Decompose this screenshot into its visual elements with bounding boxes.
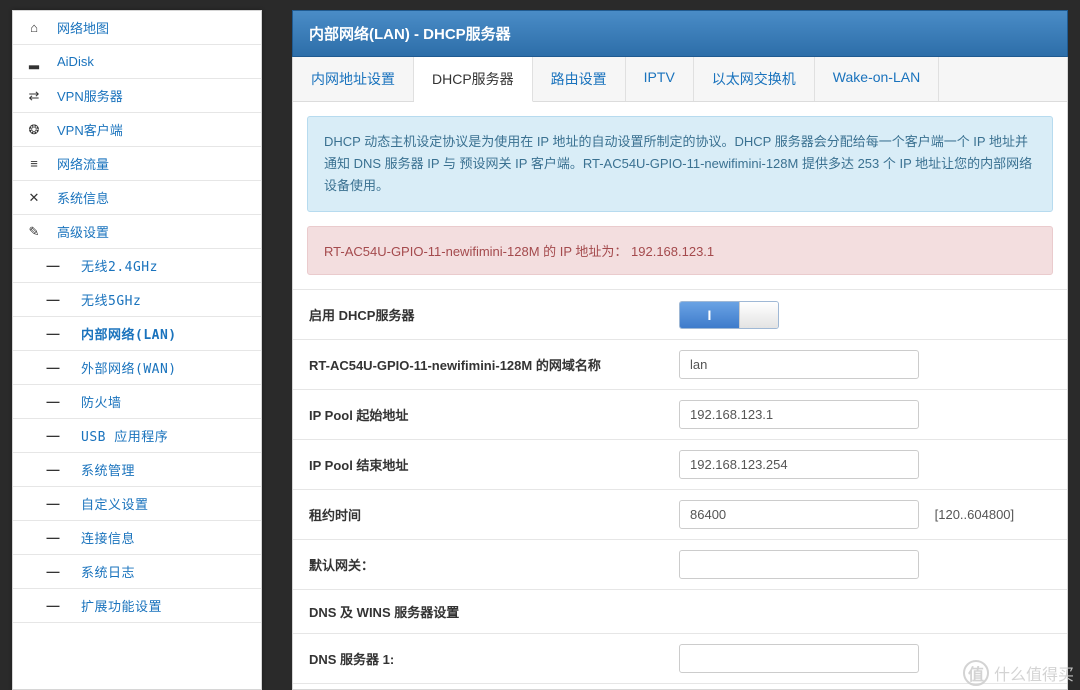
sidebar-item[interactable]: ⇄ VPN服务器 [13, 79, 261, 113]
home-icon: ⌂ [25, 20, 43, 35]
sidebar-item[interactable]: ✕ 系统信息 [13, 181, 261, 215]
toggle-knob [739, 302, 778, 328]
sidebar-subitem-label: USB 应用程序 [81, 426, 249, 445]
tab[interactable]: IPTV [626, 57, 694, 101]
tab-bar: 内网地址设置DHCP服务器路由设置IPTV以太网交换机Wake-on-LAN [293, 57, 1067, 102]
tab[interactable]: 以太网交换机 [694, 57, 815, 101]
sidebar-item-label: 网络流量 [57, 154, 249, 173]
sidebar-subitem-label: 自定义设置 [81, 494, 249, 513]
row-dns1: DNS 服务器 1: [293, 633, 1067, 683]
dns-section-header: DNS 及 WINS 服务器设置 [293, 589, 1067, 633]
bars-icon: ≡ [25, 156, 43, 171]
sidebar-subitem[interactable]: — 扩展功能设置 [13, 589, 261, 623]
sidebar-subitem-label: 系统日志 [81, 562, 249, 581]
pool-end-input[interactable] [679, 450, 919, 479]
sidebar-item-label: VPN客户端 [57, 120, 249, 139]
pool-start-input[interactable] [679, 400, 919, 429]
minus-icon: — [43, 326, 63, 341]
globe-icon: ❂ [25, 122, 43, 138]
sidebar-item-label: VPN服务器 [57, 86, 249, 105]
sidebar-subitem-label: 系统管理 [81, 460, 249, 479]
label-default-gateway: 默认网关： [309, 555, 679, 574]
minus-icon: — [43, 428, 63, 443]
row-domain-name: RT-AC54U-GPIO-11-newifimini-128M 的网域名称 [293, 339, 1067, 389]
disk-icon: ▂ [25, 54, 43, 70]
minus-icon: — [43, 564, 63, 579]
retweet-icon: ⇄ [25, 88, 43, 104]
sidebar-subitem[interactable]: — 系统日志 [13, 555, 261, 589]
tab[interactable]: 内网地址设置 [293, 57, 414, 101]
sidebar-subitem[interactable]: — USB 应用程序 [13, 419, 261, 453]
tab[interactable]: 路由设置 [533, 57, 626, 101]
sidebar-subitem-label: 内部网络(LAN) [81, 324, 249, 343]
minus-icon: — [43, 530, 63, 545]
dns1-input[interactable] [679, 644, 919, 673]
random-icon: ✕ [25, 190, 43, 206]
tab[interactable]: DHCP服务器 [414, 57, 533, 102]
wrench-icon: ✎ [25, 224, 43, 240]
sidebar-subitem[interactable]: — 自定义设置 [13, 487, 261, 521]
row-pool-start: IP Pool 起始地址 [293, 389, 1067, 439]
label-lease-time: 租约时间 [309, 505, 679, 524]
sidebar-item[interactable]: ▂ AiDisk [13, 45, 261, 79]
label-pool-start: IP Pool 起始地址 [309, 405, 679, 424]
sidebar-item-label: 网络地图 [57, 18, 249, 37]
sidebar-item-label: AiDisk [57, 54, 249, 69]
sidebar-subitem-label: 无线2.4GHz [81, 256, 249, 275]
label-domain-name: RT-AC54U-GPIO-11-newifimini-128M 的网域名称 [309, 355, 679, 374]
row-enable-dhcp: 启用 DHCP服务器 I [293, 289, 1067, 339]
sidebar-subitem-label: 防火墙 [81, 392, 249, 411]
sidebar-item-label: 系统信息 [57, 188, 249, 207]
minus-icon: — [43, 598, 63, 613]
tab[interactable]: Wake-on-LAN [815, 57, 939, 101]
row-default-gateway: 默认网关： [293, 539, 1067, 589]
sidebar: ⌂ 网络地图 ▂ AiDisk ⇄ VPN服务器 ❂ VPN客户端 ≡ 网络流量 ✕ 系统信息 ✎ 高级设… [12, 10, 262, 690]
sidebar-subitem[interactable]: — 无线2.4GHz [13, 249, 261, 283]
minus-icon: — [43, 394, 63, 409]
label-dns1: DNS 服务器 1: [309, 649, 679, 668]
sidebar-item[interactable]: ❂ VPN客户端 [13, 113, 261, 147]
lease-hint: [120..604800] [935, 507, 1015, 522]
minus-icon: — [43, 258, 63, 273]
main-content: 内部网络(LAN) - DHCP服务器 内网地址设置DHCP服务器路由设置IPT… [292, 10, 1068, 690]
sidebar-item-label: 高级设置 [57, 222, 249, 241]
domain-name-input[interactable] [679, 350, 919, 379]
content-panel: 内网地址设置DHCP服务器路由设置IPTV以太网交换机Wake-on-LAN D… [292, 57, 1068, 690]
sidebar-subitem-label: 外部网络(WAN) [81, 358, 249, 377]
alert-box: RT-AC54U-GPIO-11-newifimini-128M 的 IP 地址… [307, 226, 1053, 275]
sidebar-subitem-label: 无线5GHz [81, 290, 249, 309]
sidebar-subitem[interactable]: — 外部网络(WAN) [13, 351, 261, 385]
sidebar-subitem[interactable]: — 内部网络(LAN) [13, 317, 261, 351]
toggle-on-label: I [680, 302, 739, 328]
sidebar-item[interactable]: ✎ 高级设置 [13, 215, 261, 249]
minus-icon: — [43, 496, 63, 511]
row-lease-time: 租约时间 [120..604800] [293, 489, 1067, 539]
dhcp-toggle[interactable]: I [679, 301, 779, 329]
sidebar-subitem-label: 扩展功能设置 [81, 596, 249, 615]
gateway-input[interactable] [679, 550, 919, 579]
lease-time-input[interactable] [679, 500, 919, 529]
sidebar-subitem-label: 连接信息 [81, 528, 249, 547]
sidebar-item[interactable]: ⌂ 网络地图 [13, 11, 261, 45]
minus-icon: — [43, 292, 63, 307]
label-enable-dhcp: 启用 DHCP服务器 [309, 305, 679, 324]
sidebar-subitem[interactable]: — 连接信息 [13, 521, 261, 555]
sidebar-subitem[interactable]: — 系统管理 [13, 453, 261, 487]
page-title: 内部网络(LAN) - DHCP服务器 [292, 10, 1068, 57]
label-pool-end: IP Pool 结束地址 [309, 455, 679, 474]
info-box: DHCP 动态主机设定协议是为使用在 IP 地址的自动设置所制定的协议。DHCP… [307, 116, 1053, 212]
minus-icon: — [43, 462, 63, 477]
sidebar-item[interactable]: ≡ 网络流量 [13, 147, 261, 181]
sidebar-subitem[interactable]: — 无线5GHz [13, 283, 261, 317]
sidebar-subitem[interactable]: — 防火墙 [13, 385, 261, 419]
row-pool-end: IP Pool 结束地址 [293, 439, 1067, 489]
row-dns2: DNS 服务器 2: [293, 683, 1067, 690]
minus-icon: — [43, 360, 63, 375]
